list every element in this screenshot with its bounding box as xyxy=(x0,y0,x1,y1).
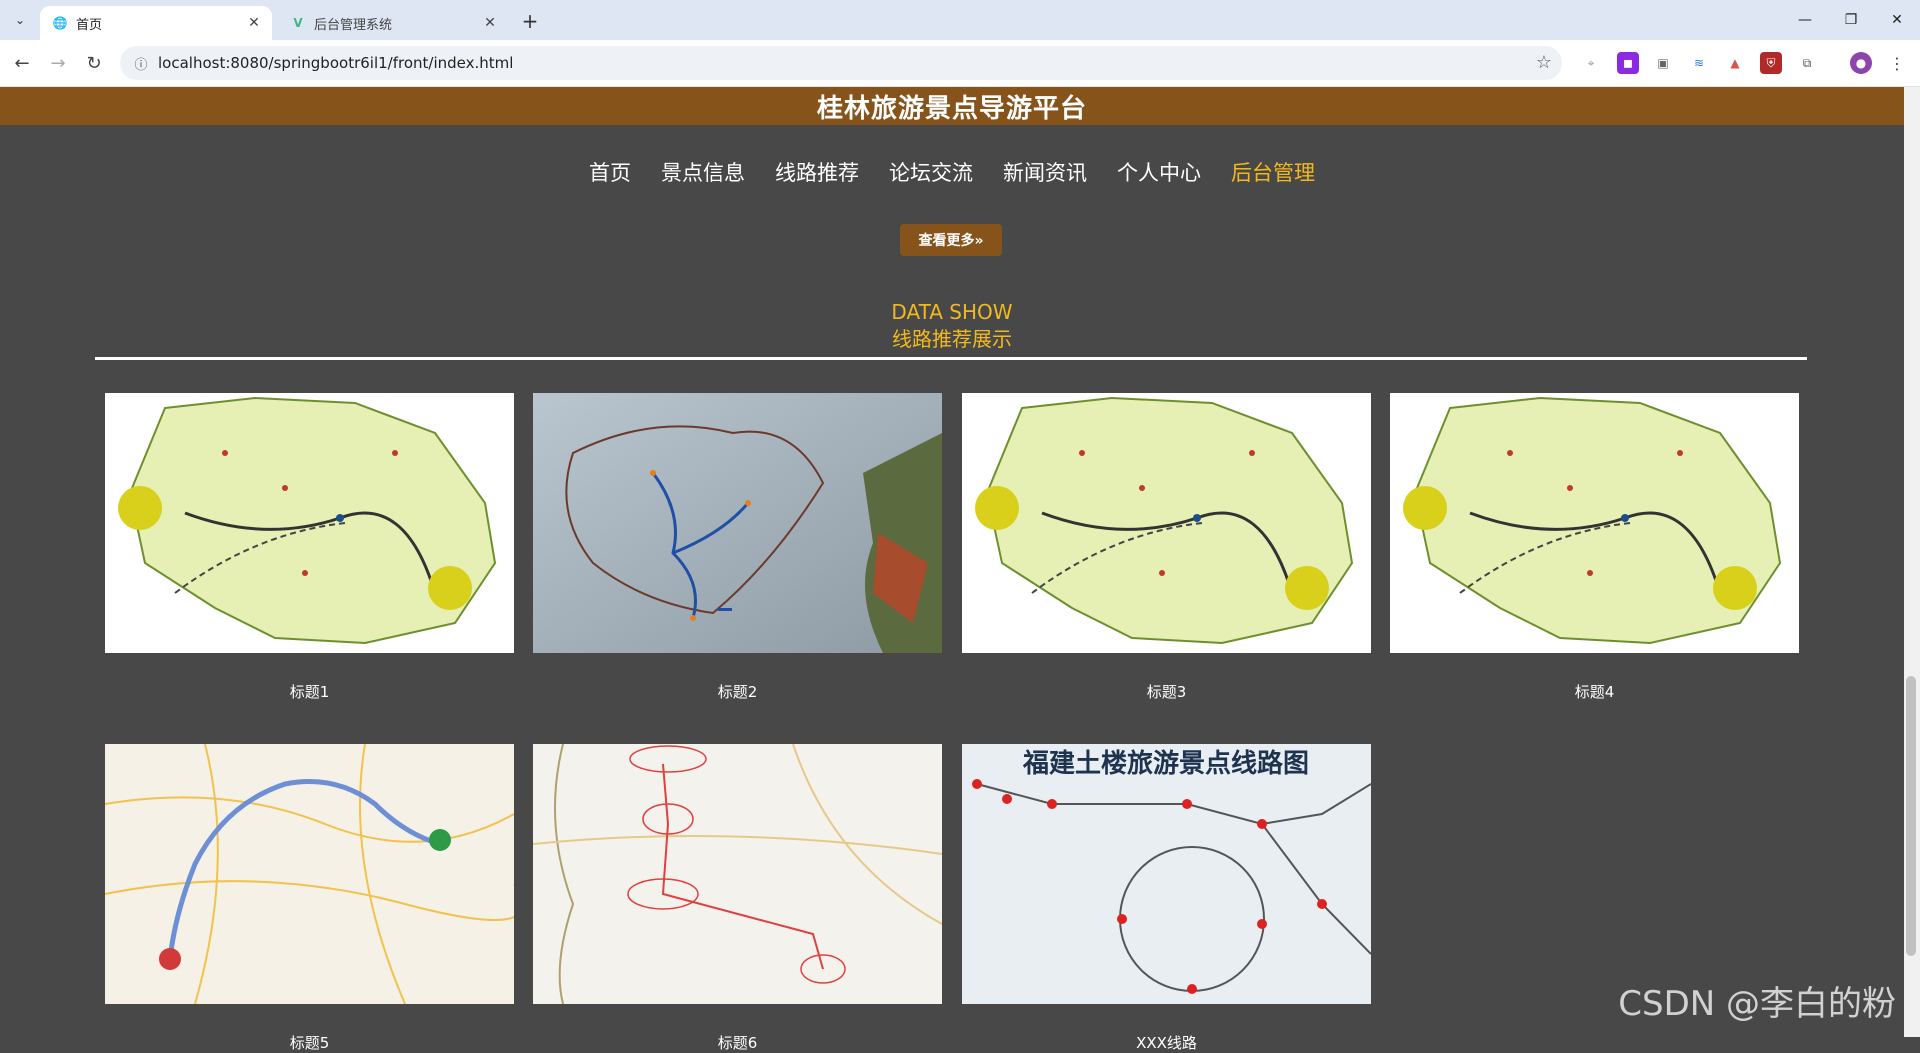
minimize-button[interactable]: — xyxy=(1782,0,1828,40)
forward-arrow-icon[interactable]: → xyxy=(44,49,72,77)
route-card[interactable]: 标题5 xyxy=(105,744,514,1053)
route-card-title[interactable]: 标题3 xyxy=(962,681,1371,702)
browser-toolbar: ← → ↻ ⓘ localhost:8080/springbootr6il1/f… xyxy=(0,40,1920,87)
view-more-button[interactable]: 查看更多» xyxy=(900,224,1002,256)
tab-title: 首页 xyxy=(76,17,103,33)
browser-menu-icon[interactable]: ⋮ xyxy=(1886,52,1908,74)
route-thumbnail[interactable] xyxy=(105,393,514,653)
extension-purple-icon[interactable]: ◼ xyxy=(1617,52,1639,74)
route-thumbnail[interactable] xyxy=(962,393,1371,653)
route-card[interactable]: 标题3 xyxy=(962,393,1371,702)
profile-avatar-icon[interactable]: ● xyxy=(1850,52,1872,74)
extension-shield-icon[interactable]: ⛨ xyxy=(1760,52,1782,74)
browser-tab-home[interactable]: 🌐 首页 ✕ xyxy=(40,6,272,40)
nav-item-forum[interactable]: 论坛交流 xyxy=(889,157,973,187)
site-title: 桂林旅游景点导游平台 xyxy=(816,93,1087,124)
browser-tab-bar: ⌄ 🌐 首页 ✕ V 后台管理系统 ✕ + — ❐ ✕ xyxy=(0,0,1920,40)
route-thumbnail[interactable] xyxy=(533,744,942,1004)
main-nav: 首页 景点信息 线路推荐 论坛交流 新闻资讯 个人中心 后台管理 xyxy=(0,157,1904,187)
route-thumbnail[interactable] xyxy=(533,393,942,653)
route-card[interactable]: 福建土楼旅游景点线路图 XXX线路 xyxy=(962,744,1371,1053)
route-card-title[interactable]: XXX线路 xyxy=(962,1032,1371,1053)
route-card-title[interactable]: 标题1 xyxy=(105,681,514,702)
route-card[interactable]: 标题1 xyxy=(105,393,514,702)
map-title: 福建土楼旅游景点线路图 xyxy=(1022,748,1309,779)
section-title-cn: 线路推荐展示 xyxy=(892,327,1012,351)
section-header: DATA SHOW 线路推荐展示 xyxy=(0,299,1904,353)
route-card-title[interactable]: 标题5 xyxy=(105,1032,514,1053)
route-card-title[interactable]: 标题6 xyxy=(533,1032,942,1053)
url-text[interactable]: localhost:8080/springbootr6il1/front/ind… xyxy=(158,54,513,72)
extensions-puzzle-icon[interactable]: ⧉ xyxy=(1796,52,1818,74)
nav-item-routes[interactable]: 线路推荐 xyxy=(775,157,859,187)
bookmark-star-icon[interactable]: ☆ xyxy=(1536,52,1552,73)
restore-button[interactable]: ❐ xyxy=(1828,0,1874,40)
nav-item-attractions[interactable]: 景点信息 xyxy=(661,157,745,187)
extension-red-icon[interactable]: ▲ xyxy=(1724,52,1746,74)
extension-game-icon[interactable]: ▣ xyxy=(1652,52,1674,74)
address-bar[interactable]: ⓘ localhost:8080/springbootr6il1/front/i… xyxy=(120,46,1562,80)
tab-search-chevron-icon[interactable]: ⌄ xyxy=(8,9,32,31)
new-tab-button[interactable]: + xyxy=(518,9,542,33)
back-arrow-icon[interactable]: ← xyxy=(8,49,36,77)
vue-logo-icon: V xyxy=(293,16,303,30)
nav-item-news[interactable]: 新闻资讯 xyxy=(1003,157,1087,187)
close-tab-icon[interactable]: ✕ xyxy=(480,13,500,33)
csdn-watermark: CSDN @李白的粉 xyxy=(1618,984,1896,1024)
extension-cursor-icon[interactable]: ⌖ xyxy=(1580,52,1602,74)
route-card[interactable]: 标题6 xyxy=(533,744,942,1053)
section-title-en: DATA SHOW xyxy=(891,300,1013,324)
extension-layers-icon[interactable]: ≋ xyxy=(1688,52,1710,74)
route-card-title[interactable]: 标题2 xyxy=(533,681,942,702)
site-header: 桂林旅游景点导游平台 xyxy=(0,87,1904,125)
site-info-icon[interactable]: ⓘ xyxy=(132,54,150,73)
route-thumbnail[interactable] xyxy=(105,744,514,1004)
route-card[interactable]: 标题2 xyxy=(533,393,942,702)
globe-icon: 🌐 xyxy=(52,16,68,30)
route-card[interactable]: 标题4 xyxy=(1390,393,1799,702)
browser-tab-admin[interactable]: V 后台管理系统 ✕ xyxy=(278,6,508,40)
route-thumbnail[interactable]: 福建土楼旅游景点线路图 xyxy=(962,744,1371,1004)
route-card-title[interactable]: 标题4 xyxy=(1390,681,1799,702)
section-divider xyxy=(95,357,1807,360)
nav-item-admin[interactable]: 后台管理 xyxy=(1231,157,1315,187)
tab-title: 后台管理系统 xyxy=(314,17,393,33)
page-scrollbar-thumb[interactable] xyxy=(1906,676,1916,956)
nav-item-home[interactable]: 首页 xyxy=(589,157,631,187)
route-thumbnail[interactable] xyxy=(1390,393,1799,653)
close-window-button[interactable]: ✕ xyxy=(1874,0,1920,40)
page-content: 桂林旅游景点导游平台 首页 景点信息 线路推荐 论坛交流 新闻资讯 个人中心 后… xyxy=(0,87,1904,1052)
close-tab-icon[interactable]: ✕ xyxy=(244,13,264,33)
nav-item-profile[interactable]: 个人中心 xyxy=(1117,157,1201,187)
reload-icon[interactable]: ↻ xyxy=(80,49,108,77)
